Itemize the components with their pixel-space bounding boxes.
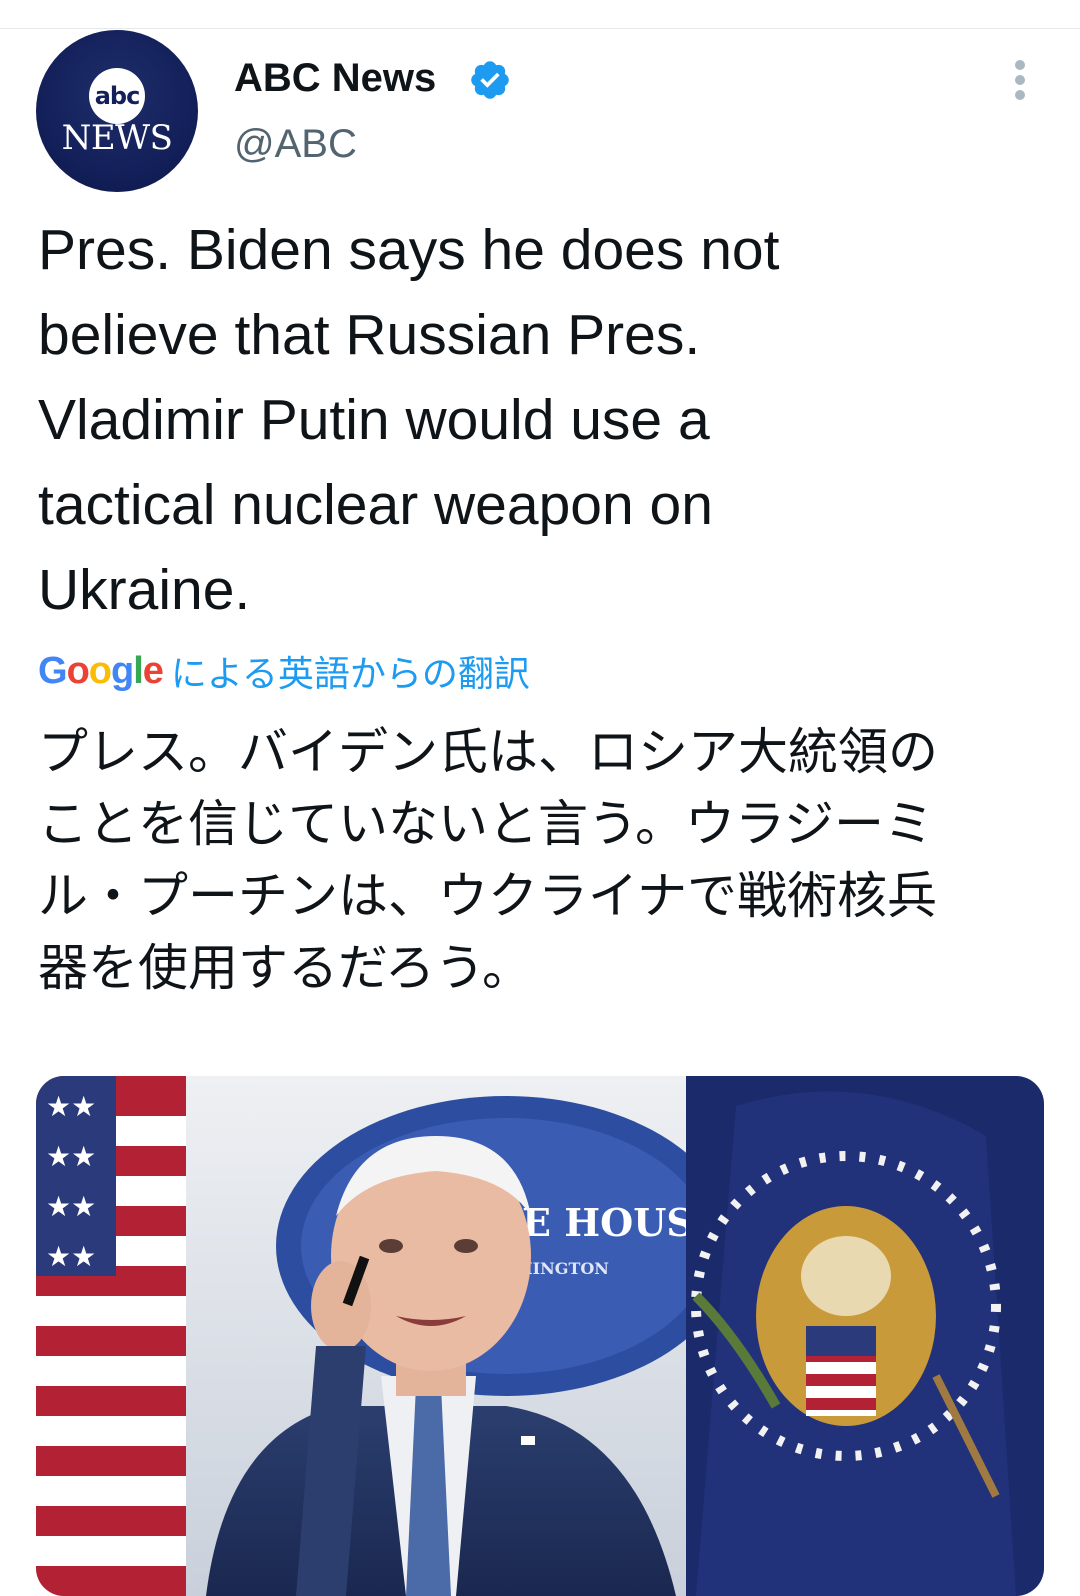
us-flag: ★★ ★★ ★★ ★★: [36, 1076, 186, 1596]
abc-logo-circle: abc: [89, 68, 145, 124]
top-divider: [0, 28, 1080, 29]
handle[interactable]: @ABC: [234, 122, 357, 167]
svg-text:★★: ★★: [46, 1090, 96, 1123]
svg-text:★★: ★★: [46, 1190, 96, 1223]
tweet-text: Pres. Biden says he does not believe tha…: [38, 218, 780, 622]
translation-label-text: による英語からの翻訳: [170, 654, 530, 695]
google-logo: Google: [38, 649, 164, 692]
translation-label[interactable]: Google による英語からの翻訳: [38, 646, 530, 696]
biden-photo: ITE HOUSE SHINGTON ★★ ★★ ★★ ★★: [36, 1076, 1044, 1596]
avatar[interactable]: abc NEWS: [36, 30, 198, 192]
media-image[interactable]: ITE HOUSE SHINGTON ★★ ★★ ★★ ★★: [36, 1076, 1044, 1596]
avatar-news-word: NEWS: [61, 118, 173, 158]
display-name[interactable]: ABC News: [234, 56, 436, 101]
translated-text: プレス。バイデン氏は、ロシア大統領の ことを信じていないと言う。ウラジーミ ル・…: [38, 723, 938, 997]
presidential-flag: [686, 1076, 1044, 1596]
svg-text:★★: ★★: [46, 1140, 96, 1173]
verified-badge-icon: [471, 61, 509, 99]
more-vertical-icon[interactable]: [1000, 56, 1040, 104]
svg-text:★★: ★★: [46, 1240, 96, 1273]
